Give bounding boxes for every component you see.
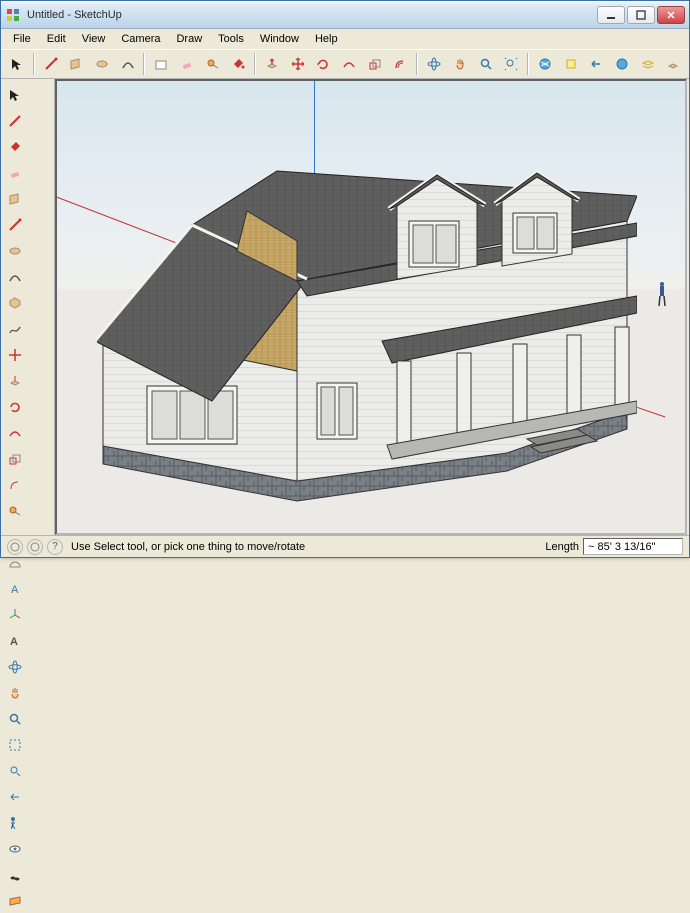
offset-icon[interactable] (3, 473, 27, 497)
menu-edit[interactable]: Edit (39, 31, 74, 47)
length-value: ~ 85' 3 13/16" (588, 541, 655, 553)
status-hint: Use Select tool, or pick one thing to mo… (71, 541, 545, 553)
previous-view-icon[interactable] (584, 52, 608, 76)
orbit-icon[interactable] (422, 52, 446, 76)
status-bar: ? Use Select tool, or pick one thing to … (1, 535, 689, 557)
position-camera-icon[interactable] (3, 811, 27, 835)
menu-help[interactable]: Help (307, 31, 346, 47)
circle-icon[interactable] (3, 239, 27, 263)
orbit-icon[interactable] (3, 655, 27, 679)
scale-icon[interactable] (363, 52, 387, 76)
viewport-content[interactable] (57, 81, 685, 533)
layers-icon[interactable] (636, 52, 660, 76)
3d-text-icon[interactable]: A (3, 629, 27, 653)
eraser-icon[interactable] (175, 52, 199, 76)
line-icon[interactable] (3, 213, 27, 237)
help-icon[interactable]: ? (47, 539, 63, 555)
rectangle-icon[interactable] (64, 52, 88, 76)
arc-icon[interactable] (116, 52, 140, 76)
app-window: Untitled - SketchUp File Edit View Camer… (0, 0, 690, 558)
svg-text:A: A (10, 636, 18, 648)
arc-icon[interactable] (3, 265, 27, 289)
push-pull-icon[interactable] (3, 369, 27, 393)
viewport[interactable] (55, 79, 687, 535)
maximize-button[interactable] (627, 6, 655, 24)
follow-me-icon[interactable] (3, 421, 27, 445)
section-plane-icon[interactable] (3, 889, 27, 913)
next-view-icon[interactable] (610, 52, 634, 76)
paint-bucket-icon[interactable] (3, 135, 27, 159)
scale-figure[interactable] (657, 281, 667, 309)
window-title: Untitled - SketchUp (27, 9, 597, 21)
move-icon[interactable] (286, 52, 310, 76)
menu-bar: File Edit View Camera Draw Tools Window … (1, 29, 689, 49)
zoom-icon[interactable] (3, 707, 27, 731)
menu-window[interactable]: Window (252, 31, 307, 47)
freehand-icon[interactable] (3, 317, 27, 341)
previous-view-icon[interactable] (3, 785, 27, 809)
rotate-icon[interactable] (3, 395, 27, 419)
svg-text:A: A (11, 584, 19, 596)
outliner-icon[interactable] (662, 52, 686, 76)
menu-file[interactable]: File (5, 31, 39, 47)
offset-icon[interactable] (389, 52, 413, 76)
menu-draw[interactable]: Draw (168, 31, 210, 47)
minimize-button[interactable] (597, 6, 625, 24)
close-button[interactable] (657, 6, 685, 24)
menu-camera[interactable]: Camera (113, 31, 168, 47)
circle-icon[interactable] (90, 52, 114, 76)
rotate-icon[interactable] (312, 52, 336, 76)
geolocation-icon[interactable] (7, 539, 23, 555)
left-toolbar: A A (1, 79, 55, 535)
credits-icon[interactable] (27, 539, 43, 555)
pan-icon[interactable] (448, 52, 472, 76)
line-icon[interactable] (3, 109, 27, 133)
zoom-window-icon[interactable] (3, 733, 27, 757)
select-icon[interactable] (5, 52, 29, 76)
line-icon[interactable] (39, 52, 63, 76)
menu-tools[interactable]: Tools (210, 31, 252, 47)
zoom-icon[interactable] (474, 52, 498, 76)
eraser-icon[interactable] (3, 161, 27, 185)
length-input[interactable]: ~ 85' 3 13/16" (583, 538, 683, 555)
get-models-icon[interactable] (533, 52, 557, 76)
menu-view[interactable]: View (74, 31, 114, 47)
length-label: Length (545, 541, 579, 553)
look-around-icon[interactable] (3, 837, 27, 861)
move-icon[interactable] (3, 343, 27, 367)
status-icons: ? (7, 539, 63, 555)
top-toolbar (1, 49, 689, 79)
zoom-extents-icon[interactable] (499, 52, 523, 76)
push-pull-icon[interactable] (260, 52, 284, 76)
title-bar[interactable]: Untitled - SketchUp (1, 1, 689, 29)
app-icon (5, 7, 21, 23)
body-row: A A (1, 79, 689, 535)
share-icon[interactable] (559, 52, 583, 76)
zoom-extents-icon[interactable] (3, 759, 27, 783)
follow-me-icon[interactable] (337, 52, 361, 76)
make-component-icon[interactable] (149, 52, 173, 76)
window-buttons (597, 6, 685, 24)
scale-icon[interactable] (3, 447, 27, 471)
walk-icon[interactable] (3, 863, 27, 887)
polygon-icon[interactable] (3, 291, 27, 315)
tape-measure-icon[interactable] (3, 499, 27, 523)
model-house[interactable] (97, 151, 637, 511)
tape-measure-icon[interactable] (201, 52, 225, 76)
axes-icon[interactable] (3, 603, 27, 627)
rectangle-icon[interactable] (3, 187, 27, 211)
pan-icon[interactable] (3, 681, 27, 705)
text-icon[interactable]: A (3, 577, 27, 601)
paint-bucket-icon[interactable] (227, 52, 251, 76)
select-icon[interactable] (3, 83, 27, 107)
